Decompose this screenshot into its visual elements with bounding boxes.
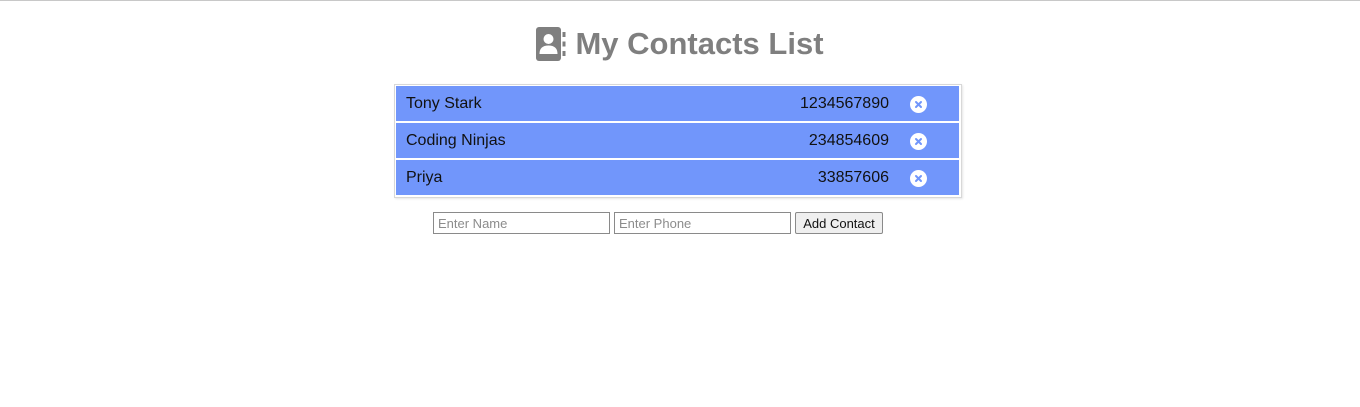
contact-name: Tony Stark <box>406 95 482 112</box>
add-contact-button[interactable]: Add Contact <box>795 212 883 234</box>
contact-phone: 33857606 <box>817 169 889 186</box>
contact-row: Coding Ninjas 234854609 <box>396 123 959 158</box>
add-contact-form: Add Contact <box>433 212 883 234</box>
phone-input[interactable] <box>614 212 791 234</box>
delete-contact-button[interactable] <box>910 96 927 113</box>
contacts-list: Tony Stark 1234567890 Coding Ninjas 2348… <box>394 84 962 198</box>
circle-x-icon <box>915 138 922 145</box>
contact-row: Priya 33857606 <box>396 160 959 195</box>
contact-name: Priya <box>406 169 443 186</box>
address-book-icon <box>536 27 566 61</box>
page-title: My Contacts List <box>575 26 824 61</box>
circle-x-icon <box>915 175 922 182</box>
contact-phone: 234854609 <box>808 132 889 149</box>
contact-row: Tony Stark 1234567890 <box>396 86 959 121</box>
circle-x-icon <box>915 101 922 108</box>
delete-contact-button[interactable] <box>910 170 927 187</box>
page-header: My Contacts List <box>0 25 1360 63</box>
name-input[interactable] <box>433 212 610 234</box>
contact-name: Coding Ninjas <box>406 132 506 149</box>
contact-phone: 1234567890 <box>800 95 889 112</box>
delete-contact-button[interactable] <box>910 133 927 150</box>
